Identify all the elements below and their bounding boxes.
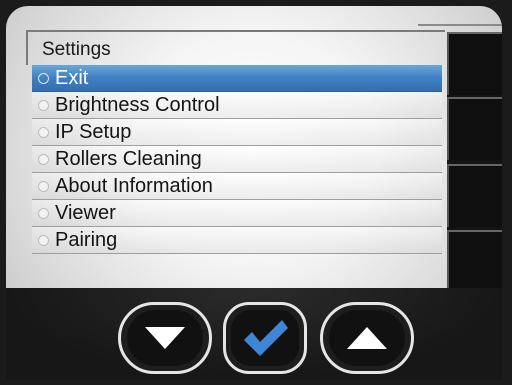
- checkmark-icon: [244, 320, 288, 356]
- menu-item-about-information[interactable]: About Information: [32, 173, 442, 200]
- menu-item-label: IP Setup: [55, 120, 132, 143]
- softkey-slot-2[interactable]: [447, 97, 502, 160]
- scroll-down-button-face: [127, 310, 203, 366]
- bezel-divider: [418, 24, 502, 26]
- menu-item-label: Exit: [55, 66, 89, 89]
- radio-indicator-icon: [38, 180, 49, 192]
- scroll-down-button[interactable]: [118, 302, 212, 374]
- device-body: Settings Exit Brightness Control IP Setu…: [0, 0, 512, 385]
- triangle-down-icon: [145, 327, 185, 349]
- settings-menu: Settings Exit Brightness Control IP Setu…: [26, 30, 445, 294]
- menu-item-label: Viewer: [55, 201, 116, 224]
- menu-item-label: About Information: [55, 174, 213, 197]
- radio-indicator-icon: [38, 99, 49, 111]
- menu-item-exit[interactable]: Exit: [32, 65, 442, 92]
- confirm-button[interactable]: [223, 302, 307, 374]
- radio-indicator-icon: [38, 207, 49, 219]
- confirm-button-face: [231, 310, 299, 366]
- radio-indicator-icon: [38, 72, 49, 84]
- triangle-up-icon: [347, 327, 387, 349]
- menu-item-viewer[interactable]: Viewer: [32, 200, 442, 227]
- scroll-up-button-face: [329, 310, 405, 366]
- softkey-slot-4[interactable]: [447, 230, 502, 293]
- softkey-slot-3[interactable]: [447, 164, 502, 227]
- menu-item-label: Rollers Cleaning: [55, 147, 202, 170]
- radio-indicator-icon: [38, 153, 49, 165]
- menu-item-ip-setup[interactable]: IP Setup: [32, 119, 442, 146]
- menu-item-brightness-control[interactable]: Brightness Control: [32, 92, 442, 119]
- menu-title: Settings: [26, 30, 445, 65]
- softkey-slot-1[interactable]: [447, 32, 502, 95]
- menu-item-pairing[interactable]: Pairing: [32, 227, 442, 254]
- radio-indicator-icon: [38, 126, 49, 138]
- softkey-column: [447, 32, 502, 296]
- menu-item-label: Pairing: [55, 228, 118, 251]
- radio-indicator-icon: [38, 234, 49, 246]
- menu-item-rollers-cleaning[interactable]: Rollers Cleaning: [32, 146, 442, 173]
- scroll-up-button[interactable]: [320, 302, 414, 374]
- menu-item-label: Brightness Control: [55, 93, 220, 116]
